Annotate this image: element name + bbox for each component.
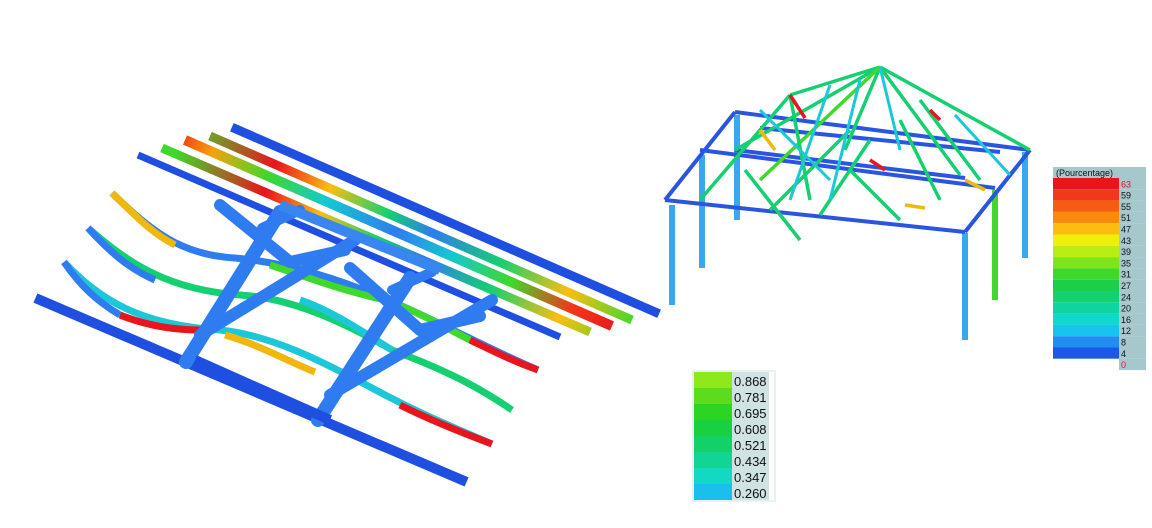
legend-ratio-swatch (694, 388, 732, 404)
legend-percentage-swatch (1053, 313, 1119, 325)
legend-percentage-swatch (1053, 302, 1119, 314)
legend-ratio-swatch (694, 484, 732, 500)
legend-ratio-label: 0.434 (734, 454, 767, 469)
roof-rafter-model (33, 123, 661, 487)
legend-ratio-swatch (694, 404, 732, 420)
structural-results-viewport[interactable]: (Pourcentage) 63 595551 47433935 312724 2016… (0, 0, 1152, 528)
legend-percentage-label: 0 (1121, 360, 1126, 370)
legend-ratio-swatch (694, 420, 732, 436)
legend-percentage-label: 12 (1121, 326, 1131, 336)
legend-percentage-label: 55 (1121, 202, 1131, 212)
legend-percentage-label: 39 (1121, 247, 1131, 257)
truss-hall-model (663, 65, 1032, 340)
legend-percentage: (Pourcentage) 63 595551 47433935 312724 2016… (1053, 167, 1146, 370)
legend-percentage-title: (Pourcentage) (1056, 168, 1113, 178)
legend-percentage-label: 16 (1121, 315, 1131, 325)
legend-percentage-swatch (1053, 234, 1119, 246)
legend-percentage-label: 24 (1121, 292, 1131, 302)
legend-ratio-label: 0.608 (734, 422, 767, 437)
legend-percentage-label: 20 (1121, 304, 1131, 314)
legend-percentage-label: 35 (1121, 258, 1131, 268)
legend-percentage-label: 4 (1121, 349, 1126, 359)
legend-percentage-swatch (1053, 223, 1119, 235)
legend-percentage-label: 8 (1121, 338, 1126, 348)
legend-percentage-swatch (1053, 324, 1119, 337)
legend-percentage-label: 59 (1121, 191, 1131, 201)
legend-ratio-label: 0.781 (734, 390, 767, 405)
legend-percentage-swatch (1053, 189, 1119, 201)
legend-percentage-swatch (1053, 279, 1119, 291)
legend-ratio: 0.8680.7810.6950.6080.5210.4340.3470.260 (692, 370, 776, 502)
legend-percentage-label: 51 (1121, 213, 1131, 223)
legend-percentage-swatch (1053, 245, 1119, 258)
legend-ratio-swatch (694, 468, 732, 484)
legend-percentage-label: 63 (1121, 179, 1131, 189)
legend-percentage-swatch (1053, 347, 1119, 359)
legend-percentage-swatch (1053, 291, 1119, 303)
legend-percentage-swatch (1053, 211, 1119, 224)
legend-ratio-label: 0.347 (734, 470, 767, 485)
legend-ratio-label: 0.868 (734, 374, 767, 389)
legend-ratio-swatch (694, 372, 732, 388)
legend-percentage-swatch (1053, 200, 1119, 212)
legend-ratio-label: 0.521 (734, 438, 767, 453)
legend-percentage-swatch (1053, 178, 1119, 190)
legend-percentage-label: 27 (1121, 281, 1131, 291)
legend-percentage-label: 31 (1121, 270, 1131, 280)
legend-ratio-swatch (694, 436, 732, 452)
legend-percentage-swatch (1053, 358, 1119, 371)
legend-ratio-swatch (694, 452, 732, 468)
legend-ratio-label: 0.695 (734, 406, 767, 421)
legend-percentage-label: 43 (1121, 236, 1131, 246)
legend-percentage-label: 47 (1121, 225, 1131, 235)
legend-ratio-label: 0.260 (734, 486, 767, 501)
legend-percentage-swatch (1053, 336, 1119, 348)
legend-percentage-swatch (1053, 268, 1119, 280)
legend-percentage-swatch (1053, 257, 1119, 269)
